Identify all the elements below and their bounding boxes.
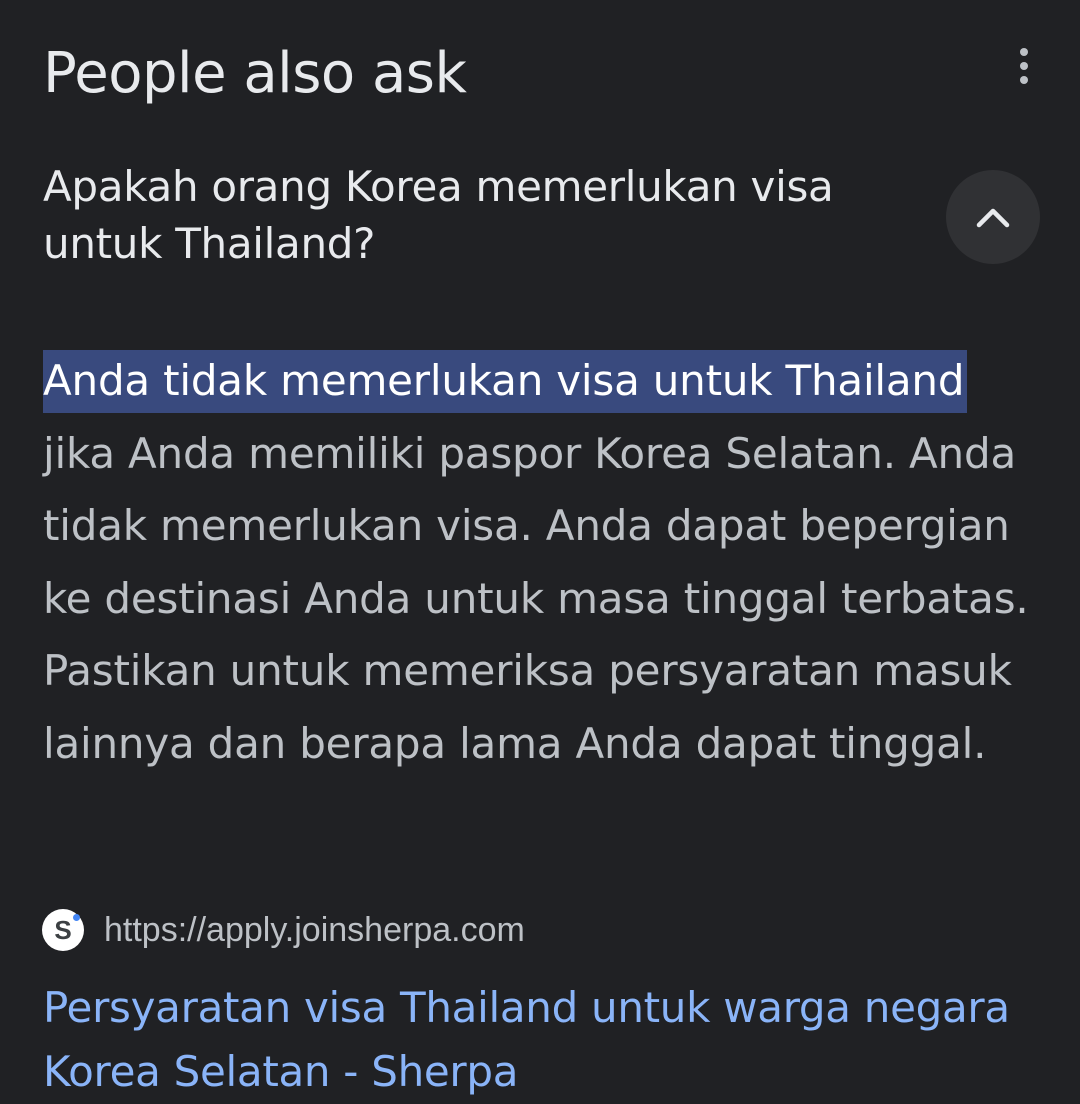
more-vert-icon — [1020, 48, 1028, 56]
answer-body: jika Anda memiliki paspor Korea Selatan.… — [43, 428, 1029, 768]
sherpa-favicon-icon: S — [42, 909, 84, 951]
answer-highlight: Anda tidak memerlukan visa untuk Thailan… — [43, 350, 968, 413]
section-title: People also ask — [43, 41, 467, 106]
source-url[interactable]: https://apply.joinsherpa.com — [104, 908, 525, 952]
source-row[interactable]: S https://apply.joinsherpa.com — [42, 908, 525, 952]
result-title-link[interactable]: Persyaratan visa Thailand untuk warga ne… — [43, 976, 1053, 1104]
answer-snippet: Anda tidak memerlukan visa untuk Thailan… — [43, 345, 1043, 780]
question-text[interactable]: Apakah orang Korea memerlukan visa untuk… — [43, 158, 923, 272]
collapse-button[interactable] — [946, 170, 1040, 264]
more-options-button[interactable] — [1000, 40, 1048, 92]
chevron-up-icon — [976, 208, 1010, 228]
